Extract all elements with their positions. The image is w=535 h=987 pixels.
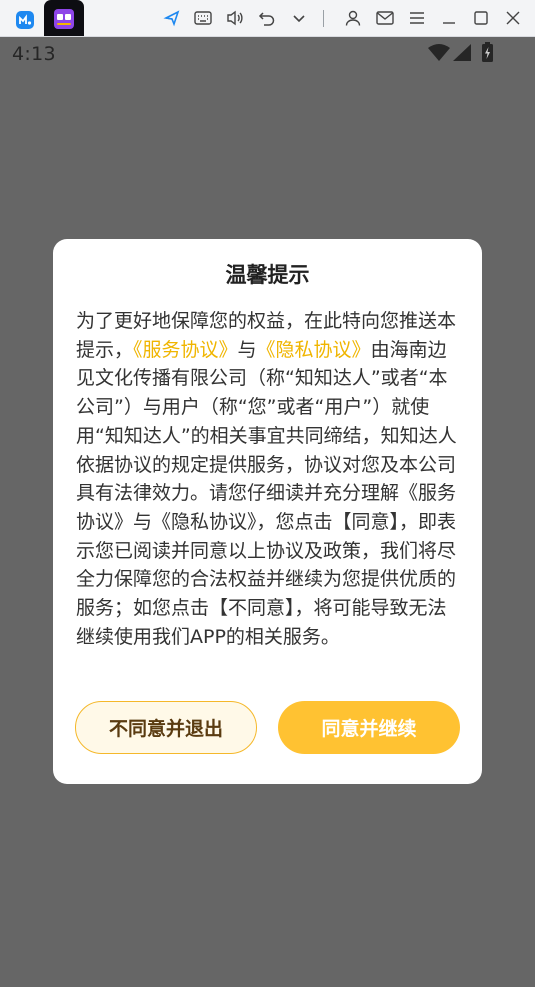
app-home-icon [16,11,34,29]
agree-button[interactable]: 同意并继续 [278,701,460,754]
battery-icon [482,42,493,62]
user-icon[interactable] [342,6,364,30]
signal-icon [453,44,471,61]
minimize-icon[interactable] [438,6,460,30]
wifi-icon [428,44,450,61]
dialog-title: 温馨提示 [225,263,310,287]
emulator-toolbar [0,0,535,37]
toolbar-divider [323,10,324,27]
chevron-down-icon[interactable] [288,6,310,30]
undo-icon[interactable] [256,6,278,30]
status-bar: 4:13 [0,37,535,73]
service-agreement-link[interactable]: 《服务协议》 [133,339,238,361]
privacy-agreement-link[interactable]: 《隐私协议》 [257,339,371,361]
menu-icon[interactable] [406,6,428,30]
pointer-icon[interactable] [161,6,183,30]
maximize-icon[interactable] [470,6,492,30]
mail-icon[interactable] [374,6,396,30]
keyboard-icon[interactable] [192,6,214,30]
close-icon[interactable] [502,6,524,30]
privacy-dialog: 温馨提示 为了更好地保障您的权益，在此特向您推送本提示，《服务协议》与《隐私协议… [53,239,482,784]
app-tab-home[interactable] [6,0,40,36]
volume-icon[interactable] [224,6,246,30]
body-rest: 由海南边见文化传播有限公司（称“知知达人”或者“本公司”）与用户（称“您”或者“… [76,338,457,648]
app-tab-active[interactable] [44,0,84,36]
status-time: 4:13 [12,43,56,65]
app-tab-icon [54,9,74,29]
dialog-body: 为了更好地保障您的权益，在此特向您推送本提示，《服务协议》与《隐私协议》由海南边… [76,307,462,651]
body-and: 与 [237,338,257,361]
decline-button[interactable]: 不同意并退出 [75,701,257,754]
